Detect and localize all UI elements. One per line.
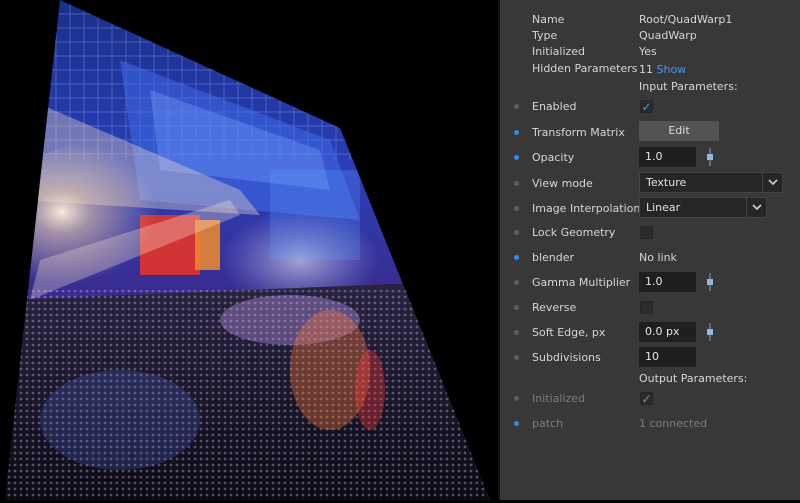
warped-concert-image — [5, 0, 490, 500]
initialized-value: Yes — [639, 45, 657, 58]
view-mode-select[interactable]: Texture — [639, 172, 783, 193]
enabled-label: Enabled — [532, 100, 577, 113]
reverse-label: Reverse — [532, 301, 577, 314]
gamma-multiplier-link-dot[interactable] — [514, 280, 519, 285]
subdivisions-field[interactable]: 10 — [639, 347, 696, 367]
image-interpolation-link-dot[interactable] — [514, 206, 519, 211]
name-value: Root/QuadWarp1 — [639, 13, 733, 26]
param-row-reverse: Reverse — [500, 296, 800, 321]
opacity-field[interactable]: 1.0 — [639, 147, 696, 167]
lock-geometry-link-dot[interactable] — [514, 230, 519, 235]
enabled-link-dot[interactable] — [514, 104, 519, 109]
param-row-transform-matrix: Transform Matrix Edit — [500, 121, 800, 146]
reverse-link-dot[interactable] — [514, 305, 519, 310]
reverse-checkbox[interactable] — [640, 301, 653, 314]
output-row-patch: patch 1 connected — [500, 412, 800, 437]
param-row-subdivisions: Subdivisions 10 — [500, 346, 800, 371]
param-row-enabled: Enabled ✓ — [500, 95, 800, 120]
type-value: QuadWarp — [639, 29, 697, 42]
show-hidden-link[interactable]: Show — [657, 63, 687, 76]
blender-value: No link — [639, 251, 677, 264]
soft-edge-slider-handle[interactable] — [705, 323, 715, 341]
lock-geometry-checkbox[interactable] — [640, 226, 653, 239]
lock-geometry-label: Lock Geometry — [532, 226, 616, 239]
image-interpolation-value: Linear — [646, 201, 681, 214]
view-mode-value: Texture — [646, 176, 687, 189]
blender-link-dot[interactable] — [514, 255, 519, 260]
gamma-multiplier-field[interactable]: 1.0 — [639, 272, 696, 292]
enabled-checkbox[interactable]: ✓ — [640, 100, 653, 113]
param-row-image-interpolation: Image Interpolation Linear — [500, 197, 800, 222]
param-row-view-mode: View mode Texture — [500, 172, 800, 197]
hidden-parameters-count: 11 — [639, 63, 653, 76]
image-interpolation-select[interactable]: Linear — [639, 197, 767, 218]
type-label: Type — [532, 29, 558, 42]
chevron-down-icon — [762, 173, 782, 192]
subdivisions-label: Subdivisions — [532, 351, 601, 364]
soft-edge-link-dot[interactable] — [514, 330, 519, 335]
output-row-initialized: Initialized ✓ — [500, 387, 800, 412]
param-row-opacity: Opacity 1.0 — [500, 146, 800, 171]
initialized-output-label: Initialized — [532, 392, 586, 405]
param-row-gamma-multiplier: Gamma Multiplier 1.0 — [500, 271, 800, 296]
patch-output-label: patch — [532, 417, 564, 430]
transform-matrix-link-dot[interactable] — [514, 130, 519, 135]
viewport-canvas[interactable] — [0, 0, 498, 500]
opacity-slider-handle[interactable] — [705, 148, 715, 166]
gamma-multiplier-label: Gamma Multiplier — [532, 276, 631, 289]
subdivisions-link-dot[interactable] — [514, 355, 519, 360]
transform-matrix-label: Transform Matrix — [532, 126, 625, 139]
edit-matrix-button[interactable]: Edit — [639, 121, 719, 141]
gamma-slider-handle[interactable] — [705, 273, 715, 291]
soft-edge-label: Soft Edge, px — [532, 326, 606, 339]
parameters-panel: Name Root/QuadWarp1 Type QuadWarp Initia… — [500, 0, 800, 500]
blender-label: blender — [532, 251, 575, 264]
output-parameters-header: Output Parameters: — [639, 372, 748, 385]
opacity-label: Opacity — [532, 151, 575, 164]
hidden-parameters-value: 11 Show — [639, 63, 686, 76]
chevron-down-icon — [746, 198, 766, 217]
image-interpolation-label: Image Interpolation — [532, 202, 641, 215]
input-parameters-header: Input Parameters: — [639, 80, 738, 93]
initialized-label: Initialized — [532, 45, 586, 58]
patch-output-value: 1 connected — [639, 417, 708, 430]
param-row-soft-edge: Soft Edge, px 0.0 px — [500, 321, 800, 346]
soft-edge-field[interactable]: 0.0 px — [639, 322, 696, 342]
patch-output-dot[interactable] — [514, 421, 519, 426]
view-mode-label: View mode — [532, 177, 593, 190]
param-row-blender: blender No link — [500, 246, 800, 271]
param-row-lock-geometry: Lock Geometry — [500, 221, 800, 246]
hidden-parameters-label: Hidden Parameters — [532, 62, 638, 75]
view-mode-link-dot[interactable] — [514, 181, 519, 186]
name-label: Name — [532, 13, 565, 26]
opacity-link-dot[interactable] — [514, 155, 519, 160]
initialized-output-checkbox: ✓ — [640, 392, 653, 406]
initialized-output-dot[interactable] — [514, 396, 519, 401]
